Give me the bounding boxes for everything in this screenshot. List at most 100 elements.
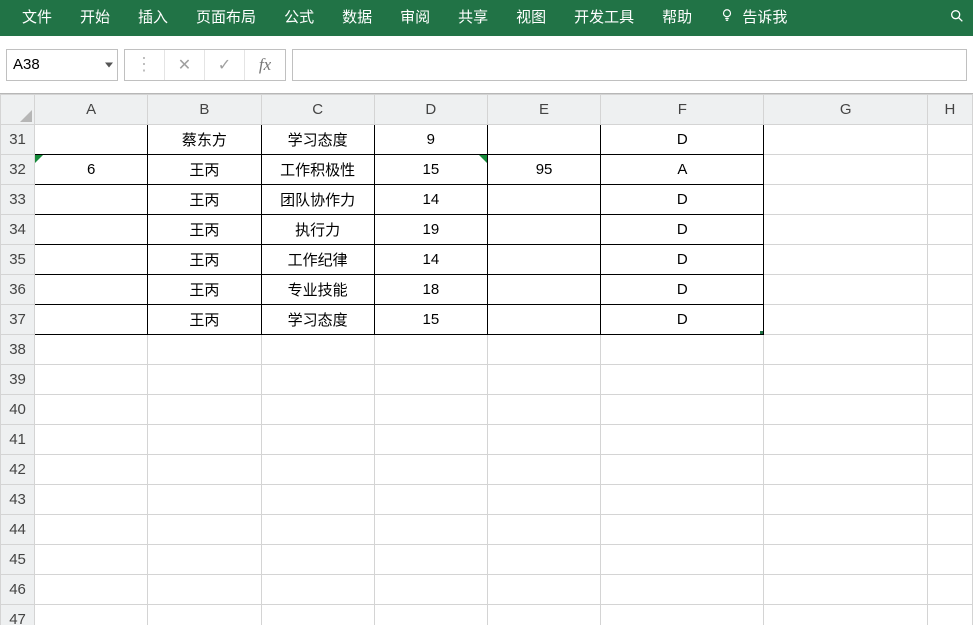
ribbon-tab-review[interactable]: 审阅 bbox=[386, 0, 444, 36]
cell-B45[interactable] bbox=[148, 545, 261, 575]
cell-H42[interactable] bbox=[927, 455, 972, 485]
formula-input[interactable] bbox=[292, 49, 967, 81]
cell-B47[interactable] bbox=[148, 605, 261, 625]
cell-H45[interactable] bbox=[927, 545, 972, 575]
col-header-A[interactable]: A bbox=[35, 95, 148, 125]
cell-B33[interactable]: 王丙 bbox=[148, 185, 261, 215]
cell-D40[interactable] bbox=[374, 395, 487, 425]
row-header-39[interactable]: 39 bbox=[1, 365, 35, 395]
row-header-31[interactable]: 31 bbox=[1, 125, 35, 155]
cell-G34[interactable] bbox=[764, 215, 927, 245]
cell-B41[interactable] bbox=[148, 425, 261, 455]
select-all-corner[interactable] bbox=[1, 95, 35, 125]
row-header-35[interactable]: 35 bbox=[1, 245, 35, 275]
row-header-40[interactable]: 40 bbox=[1, 395, 35, 425]
cell-F44[interactable] bbox=[601, 515, 764, 545]
cell-G33[interactable] bbox=[764, 185, 927, 215]
cell-H47[interactable] bbox=[927, 605, 972, 625]
cell-E34[interactable] bbox=[487, 215, 600, 245]
cell-B44[interactable] bbox=[148, 515, 261, 545]
cell-G36[interactable] bbox=[764, 275, 927, 305]
cell-F34[interactable]: D bbox=[601, 215, 764, 245]
cell-E33[interactable] bbox=[487, 185, 600, 215]
row-header-37[interactable]: 37 bbox=[1, 305, 35, 335]
ribbon-tab-insert[interactable]: 插入 bbox=[124, 0, 182, 36]
cell-G46[interactable] bbox=[764, 575, 927, 605]
cell-F37[interactable]: D bbox=[601, 305, 764, 335]
cell-C46[interactable] bbox=[261, 575, 374, 605]
ribbon-tab-home[interactable]: 开始 bbox=[66, 0, 124, 36]
cell-H37[interactable] bbox=[927, 305, 972, 335]
cell-B36[interactable]: 王丙 bbox=[148, 275, 261, 305]
cell-B39[interactable] bbox=[148, 365, 261, 395]
cell-B38[interactable] bbox=[148, 335, 261, 365]
cell-D46[interactable] bbox=[374, 575, 487, 605]
cell-E45[interactable] bbox=[487, 545, 600, 575]
cell-E32[interactable]: 95 bbox=[487, 155, 600, 185]
cell-A47[interactable] bbox=[35, 605, 148, 625]
cell-A35[interactable] bbox=[35, 245, 148, 275]
cell-H31[interactable] bbox=[927, 125, 972, 155]
col-header-F[interactable]: F bbox=[601, 95, 764, 125]
cell-E40[interactable] bbox=[487, 395, 600, 425]
cell-G42[interactable] bbox=[764, 455, 927, 485]
cell-G35[interactable] bbox=[764, 245, 927, 275]
cell-C37[interactable]: 学习态度 bbox=[261, 305, 374, 335]
cell-B46[interactable] bbox=[148, 575, 261, 605]
cell-D44[interactable] bbox=[374, 515, 487, 545]
ribbon-tab-dev[interactable]: 开发工具 bbox=[560, 0, 648, 36]
col-header-E[interactable]: E bbox=[487, 95, 600, 125]
cell-E35[interactable] bbox=[487, 245, 600, 275]
name-box[interactable]: A38 bbox=[6, 49, 118, 81]
cell-E39[interactable] bbox=[487, 365, 600, 395]
cell-F42[interactable] bbox=[601, 455, 764, 485]
cell-E42[interactable] bbox=[487, 455, 600, 485]
cell-A46[interactable] bbox=[35, 575, 148, 605]
chevron-down-icon[interactable] bbox=[105, 62, 113, 67]
cell-H43[interactable] bbox=[927, 485, 972, 515]
cell-C32[interactable]: 工作积极性 bbox=[261, 155, 374, 185]
col-header-C[interactable]: C bbox=[261, 95, 374, 125]
row-header-47[interactable]: 47 bbox=[1, 605, 35, 625]
cell-F32[interactable]: A bbox=[601, 155, 764, 185]
col-header-G[interactable]: G bbox=[764, 95, 927, 125]
cell-H46[interactable] bbox=[927, 575, 972, 605]
cell-G39[interactable] bbox=[764, 365, 927, 395]
cell-F31[interactable]: D bbox=[601, 125, 764, 155]
cell-A43[interactable] bbox=[35, 485, 148, 515]
cell-E36[interactable] bbox=[487, 275, 600, 305]
cell-A41[interactable] bbox=[35, 425, 148, 455]
cell-G31[interactable] bbox=[764, 125, 927, 155]
cell-F47[interactable] bbox=[601, 605, 764, 625]
cell-C47[interactable] bbox=[261, 605, 374, 625]
cell-A40[interactable] bbox=[35, 395, 148, 425]
ribbon-tab-layout[interactable]: 页面布局 bbox=[182, 0, 270, 36]
cell-C44[interactable] bbox=[261, 515, 374, 545]
cell-A45[interactable] bbox=[35, 545, 148, 575]
col-header-H[interactable]: H bbox=[927, 95, 972, 125]
cell-E37[interactable] bbox=[487, 305, 600, 335]
cell-A36[interactable] bbox=[35, 275, 148, 305]
cell-A32[interactable]: 6 bbox=[35, 155, 148, 185]
ribbon-tab-data[interactable]: 数据 bbox=[328, 0, 386, 36]
cell-B42[interactable] bbox=[148, 455, 261, 485]
cell-H33[interactable] bbox=[927, 185, 972, 215]
cell-A31[interactable] bbox=[35, 125, 148, 155]
row-header-38[interactable]: 38 bbox=[1, 335, 35, 365]
cell-A34[interactable] bbox=[35, 215, 148, 245]
cell-G47[interactable] bbox=[764, 605, 927, 625]
cell-C34[interactable]: 执行力 bbox=[261, 215, 374, 245]
cell-B35[interactable]: 王丙 bbox=[148, 245, 261, 275]
cell-D33[interactable]: 14 bbox=[374, 185, 487, 215]
cell-F36[interactable]: D bbox=[601, 275, 764, 305]
ribbon-tab-file[interactable]: 文件 bbox=[8, 0, 66, 36]
row-header-42[interactable]: 42 bbox=[1, 455, 35, 485]
cell-E46[interactable] bbox=[487, 575, 600, 605]
cell-G44[interactable] bbox=[764, 515, 927, 545]
cell-B37[interactable]: 王丙 bbox=[148, 305, 261, 335]
col-header-D[interactable]: D bbox=[374, 95, 487, 125]
cell-H36[interactable] bbox=[927, 275, 972, 305]
cell-D43[interactable] bbox=[374, 485, 487, 515]
cell-A33[interactable] bbox=[35, 185, 148, 215]
search-icon[interactable] bbox=[949, 8, 965, 28]
